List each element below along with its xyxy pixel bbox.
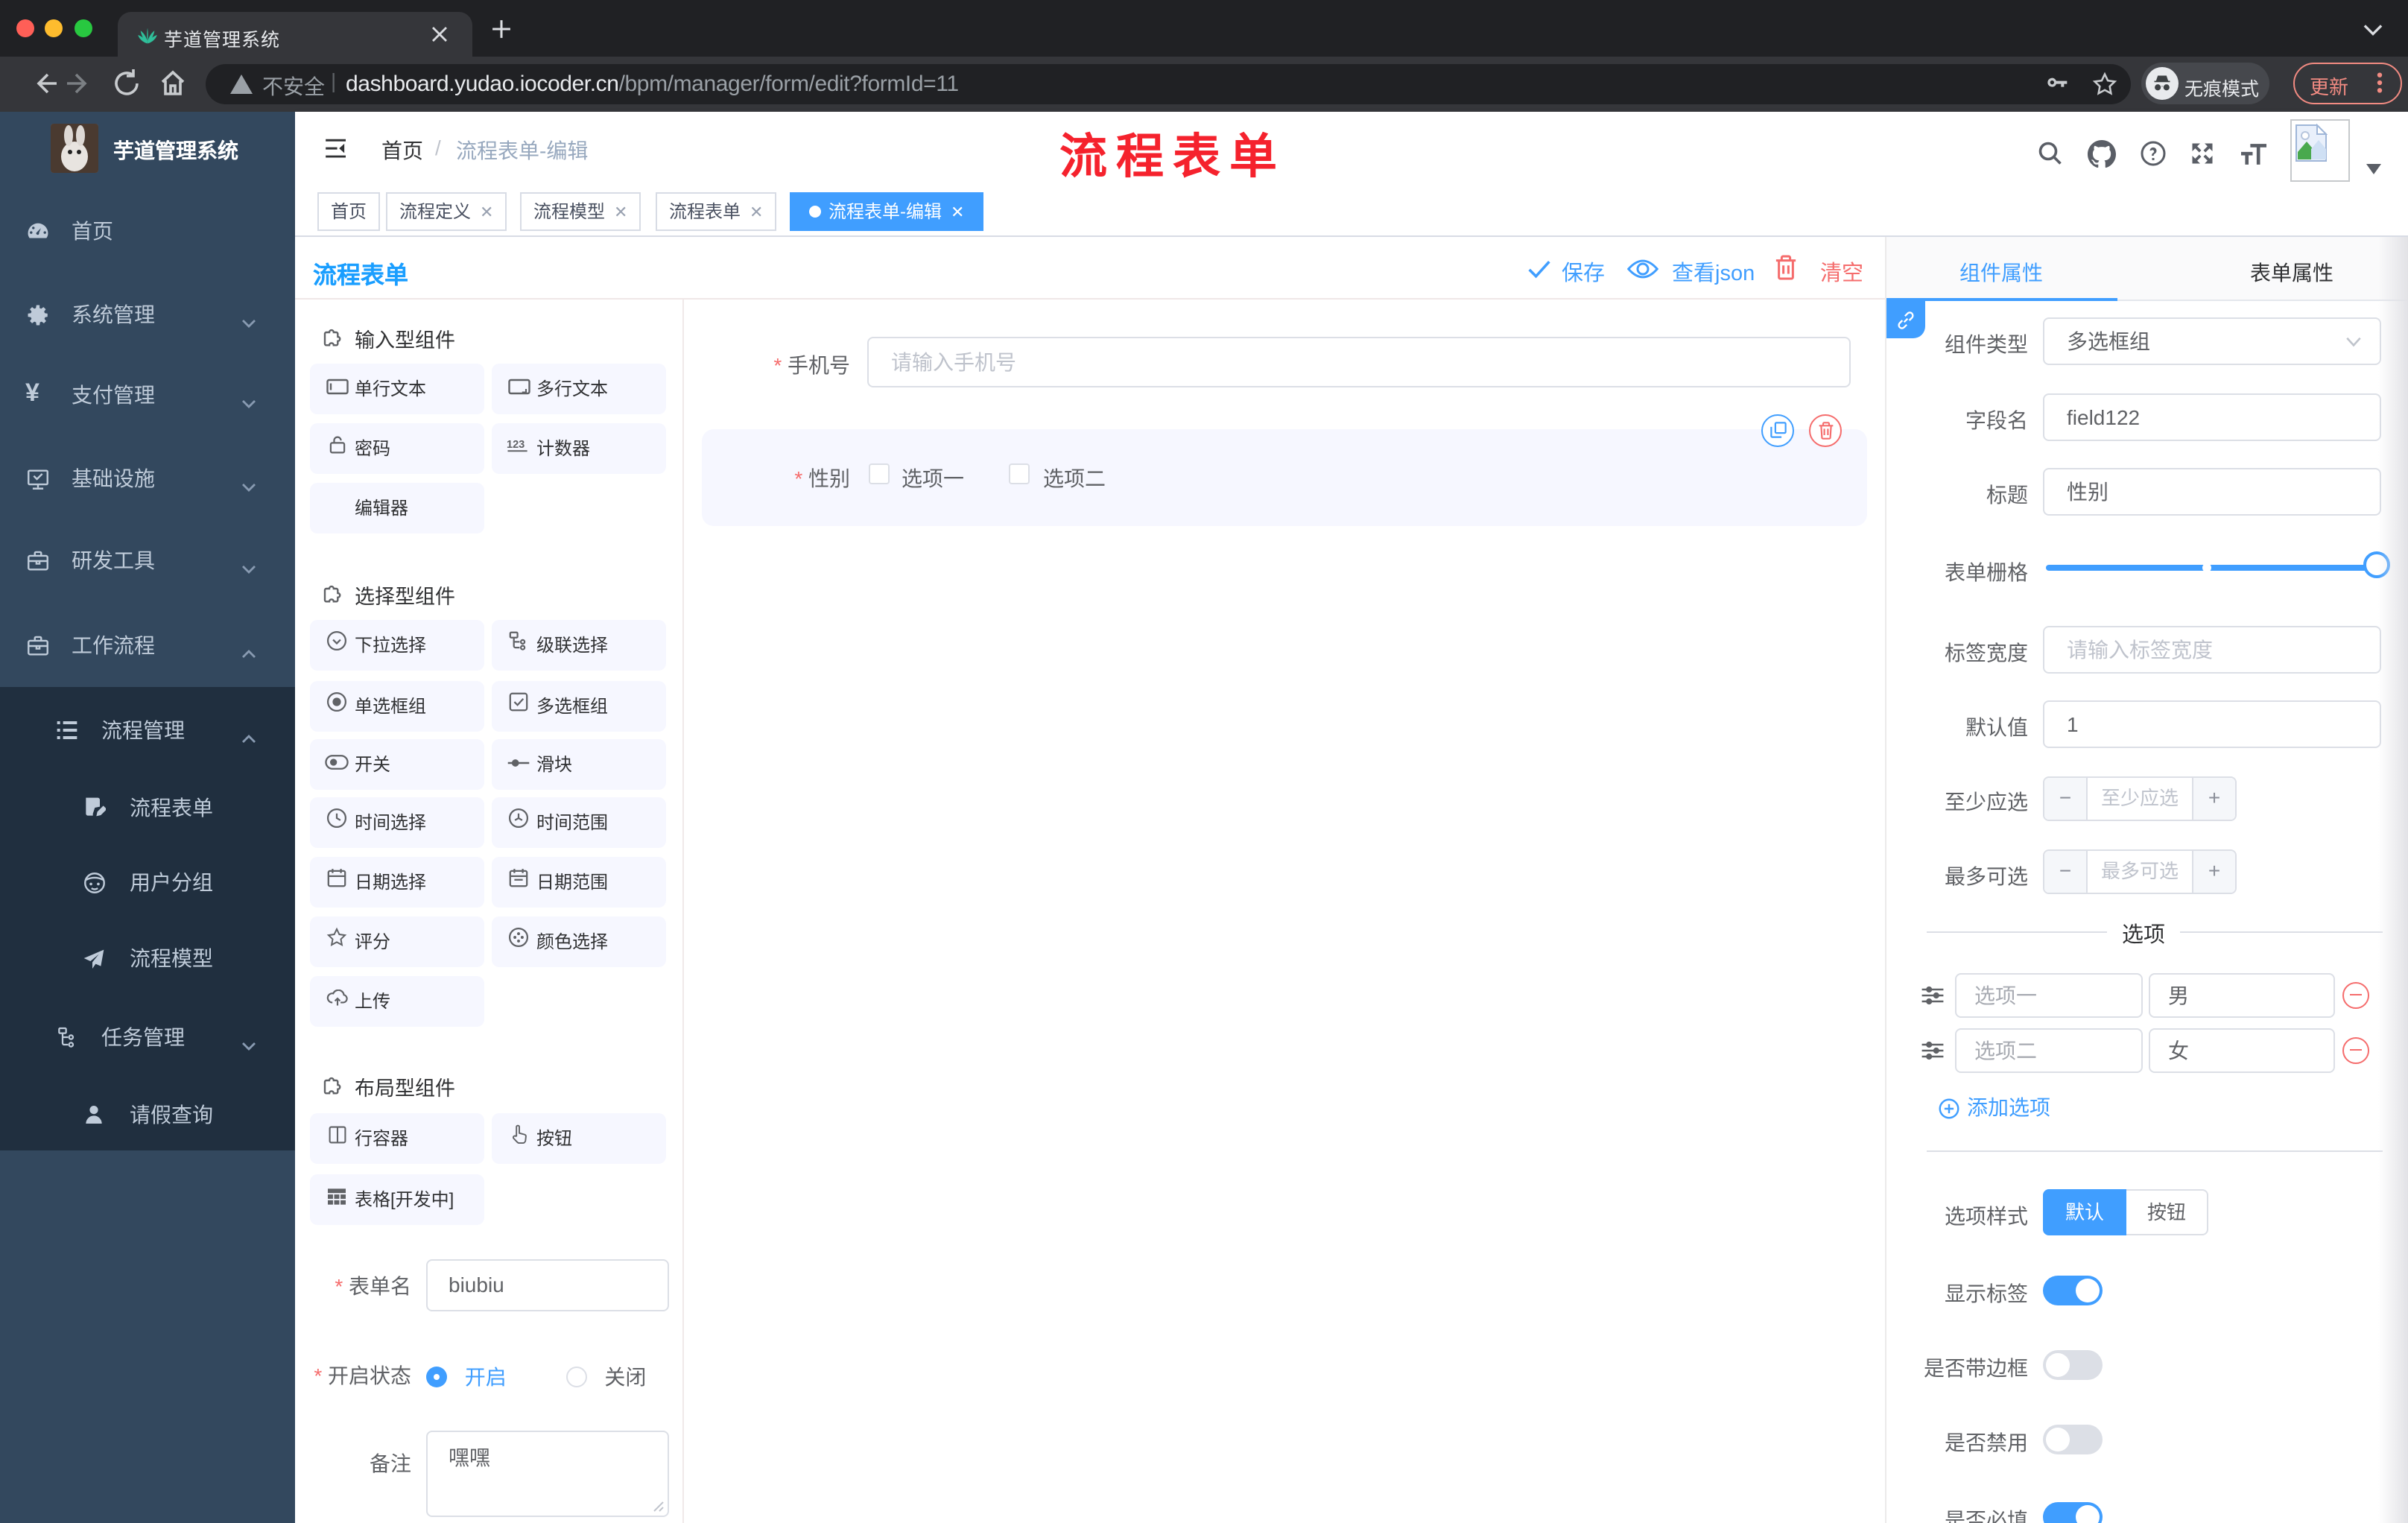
- svg-text:123: 123: [507, 439, 525, 451]
